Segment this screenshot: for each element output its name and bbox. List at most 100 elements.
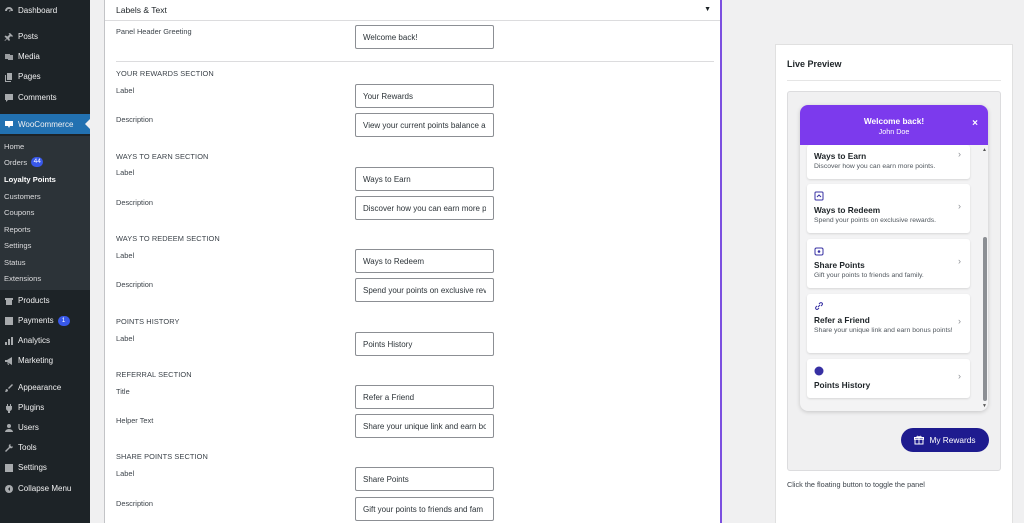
earn-label-input[interactable] <box>355 167 494 191</box>
field-label: Label <box>116 86 135 95</box>
chevron-right-icon: › <box>958 316 961 326</box>
chevron-right-icon: › <box>958 256 961 266</box>
preview-stage: Welcome back! John Doe × Ways to Earn Di… <box>787 91 1001 471</box>
card-ways-to-earn[interactable]: Ways to Earn Discover how you can earn m… <box>807 145 970 179</box>
my-rewards-label: My Rewards <box>929 435 976 445</box>
panel-greeting-input[interactable] <box>355 25 494 49</box>
panel-scrollbar[interactable]: ▲ ▼ <box>982 147 988 409</box>
history-label-input[interactable] <box>355 332 494 356</box>
card-description: Spend your points on exclusive rewards. <box>814 217 937 224</box>
rewards-description-input[interactable] <box>355 113 494 137</box>
field-label: Label <box>116 168 135 177</box>
menu-item-users[interactable]: Users <box>0 418 90 437</box>
link-icon <box>815 302 823 310</box>
card-description: Share your unique link and earn bonus po… <box>814 327 953 334</box>
earn-description-input[interactable] <box>355 196 494 220</box>
field-label: Label <box>116 251 135 260</box>
payments-icon <box>4 316 14 326</box>
field-label: Panel Header Greeting <box>116 27 192 36</box>
gift-icon <box>914 435 925 445</box>
divider <box>116 61 714 62</box>
card-title: Share Points <box>814 260 865 270</box>
submenu-customers[interactable]: Customers <box>4 189 41 203</box>
rewards-label-input[interactable] <box>355 84 494 108</box>
field-label: Helper Text <box>116 416 154 425</box>
field-label: Label <box>116 469 135 478</box>
referral-title-input[interactable] <box>355 385 494 409</box>
card-ways-to-redeem[interactable]: Ways to Redeem Spend your points on excl… <box>807 184 970 233</box>
menu-item-settings[interactable]: Settings <box>0 458 90 477</box>
menu-item-comments[interactable]: Comments <box>0 88 90 107</box>
section-accordion-header[interactable]: Labels & Text ▼ <box>105 0 720 21</box>
submenu-orders[interactable]: Orders 44 <box>4 155 44 169</box>
group-heading: SHARE POINTS SECTION <box>116 452 208 461</box>
referral-helper-input[interactable] <box>355 414 494 438</box>
panel-header: Welcome back! John Doe × <box>800 105 988 145</box>
submenu-reports[interactable]: Reports <box>4 222 31 236</box>
field-label: Label <box>116 334 135 343</box>
close-icon[interactable]: × <box>972 119 978 129</box>
field-label: Description <box>116 198 153 207</box>
chevron-right-icon: › <box>958 149 961 159</box>
submenu-loyalty-points[interactable]: Loyalty Points <box>4 172 56 186</box>
card-title: Refer a Friend <box>814 315 870 325</box>
share-description-input[interactable] <box>355 497 494 521</box>
media-icon <box>4 52 14 62</box>
settings-panel: Labels & Text ▼ Panel Header Greeting YO… <box>104 0 722 523</box>
menu-item-collapse[interactable]: Collapse Menu <box>0 479 90 498</box>
scrollbar-thumb[interactable] <box>983 237 987 401</box>
my-rewards-button[interactable]: My Rewards <box>901 428 989 452</box>
caret-down-icon: ▼ <box>704 6 711 13</box>
menu-item-posts[interactable]: Posts <box>0 27 90 46</box>
orders-count-badge: 44 <box>31 157 44 167</box>
section-title: Labels & Text <box>116 5 167 15</box>
collapse-icon <box>4 484 14 494</box>
submenu-coupons[interactable]: Coupons <box>4 205 34 219</box>
card-title: Points History <box>814 380 871 390</box>
group-heading: WAYS TO REDEEM SECTION <box>116 234 220 243</box>
history-dot-icon <box>814 366 824 376</box>
submenu-extensions[interactable]: Extensions <box>4 271 41 285</box>
redeem-description-input[interactable] <box>355 278 494 302</box>
redeem-label-input[interactable] <box>355 249 494 273</box>
brush-icon <box>4 383 14 393</box>
menu-item-woocommerce[interactable]: WooCommerce <box>0 114 90 134</box>
settings-icon <box>4 463 14 473</box>
menu-item-products[interactable]: Products <box>0 291 90 310</box>
menu-item-analytics[interactable]: Analytics <box>0 331 90 350</box>
preview-caption: Click the floating button to toggle the … <box>787 480 925 489</box>
menu-item-dashboard[interactable]: Dashboard <box>0 1 90 20</box>
card-title: Ways to Earn <box>814 151 867 161</box>
share-label-input[interactable] <box>355 467 494 491</box>
menu-item-marketing[interactable]: Marketing <box>0 351 90 370</box>
submenu-status[interactable]: Status <box>4 255 26 269</box>
menu-item-pages[interactable]: Pages <box>0 67 90 86</box>
menu-item-tools[interactable]: Tools <box>0 438 90 457</box>
submenu-home[interactable]: Home <box>4 139 24 153</box>
redeem-icon <box>814 191 824 201</box>
group-heading: POINTS HISTORY <box>116 317 180 326</box>
live-preview-card: Live Preview Welcome back! John Doe × Wa… <box>775 44 1013 523</box>
field-label: Description <box>116 499 153 508</box>
menu-item-media[interactable]: Media <box>0 47 90 66</box>
menu-item-plugins[interactable]: Plugins <box>0 398 90 417</box>
card-share-points[interactable]: Share Points Gift your points to friends… <box>807 239 970 288</box>
analytics-icon <box>4 336 14 346</box>
dashboard-icon <box>4 6 14 16</box>
menu-item-appearance[interactable]: Appearance <box>0 378 90 397</box>
card-description: Gift your points to friends and family. <box>814 272 924 279</box>
card-refer-a-friend[interactable]: Refer a Friend Share your unique link an… <box>807 294 970 353</box>
megaphone-icon <box>4 356 14 366</box>
field-label: Title <box>116 387 130 396</box>
wrench-icon <box>4 443 14 453</box>
menu-item-payments[interactable]: Payments 1 <box>0 311 90 330</box>
field-label: Description <box>116 115 153 124</box>
scroll-down-icon[interactable]: ▼ <box>982 403 987 409</box>
woo-icon <box>4 119 14 129</box>
divider <box>787 80 1001 81</box>
scroll-up-icon[interactable]: ▲ <box>982 147 987 153</box>
group-heading: REFERRAL SECTION <box>116 370 192 379</box>
users-icon <box>4 423 14 433</box>
submenu-settings[interactable]: Settings <box>4 238 31 252</box>
card-points-history[interactable]: Points History › <box>807 359 970 398</box>
